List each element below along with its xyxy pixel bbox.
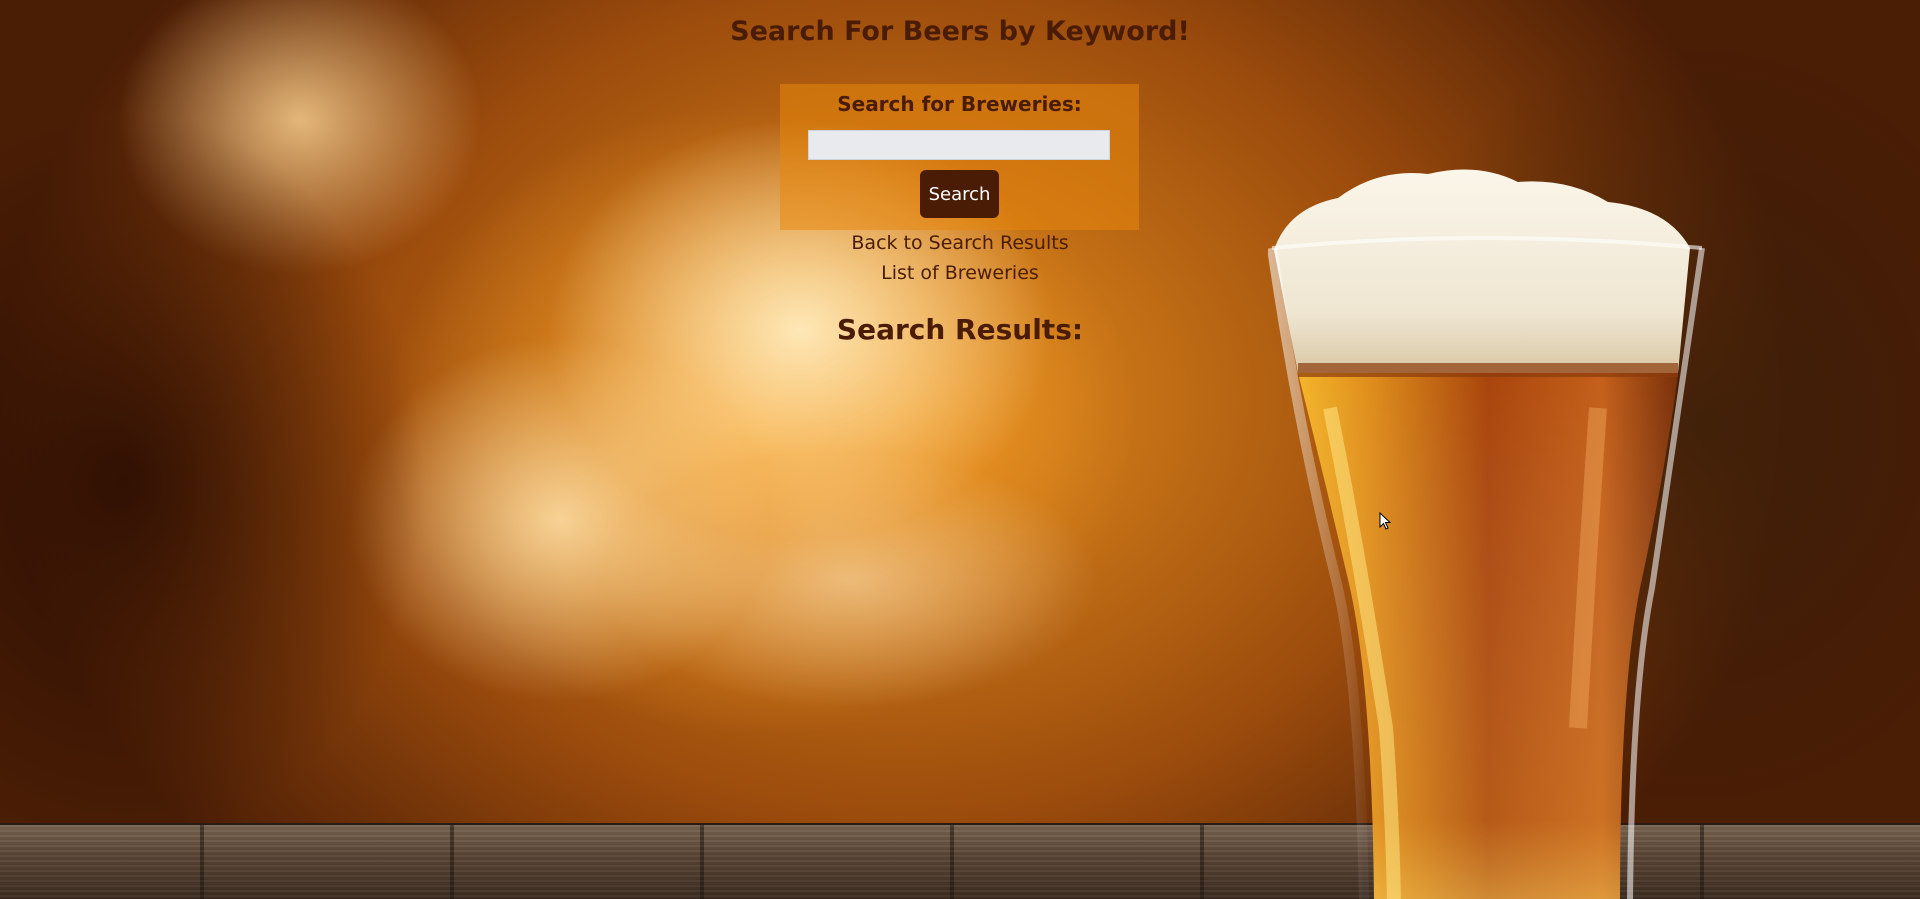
search-panel: Search for Breweries: Search [780, 84, 1139, 230]
back-to-search-results-link[interactable]: Back to Search Results [0, 232, 1920, 254]
search-input[interactable] [808, 130, 1110, 160]
search-results-heading: Search Results: [836, 313, 1084, 346]
list-of-breweries-link[interactable]: List of Breweries [0, 262, 1920, 284]
page-title: Search For Beers by Keyword! [730, 16, 1190, 47]
mouse-pointer-icon [1379, 511, 1392, 530]
background-shadow-left [0, 80, 450, 880]
search-label: Search for Breweries: [837, 92, 1082, 116]
background-haze [600, 450, 1100, 710]
search-button[interactable]: Search [920, 170, 999, 218]
